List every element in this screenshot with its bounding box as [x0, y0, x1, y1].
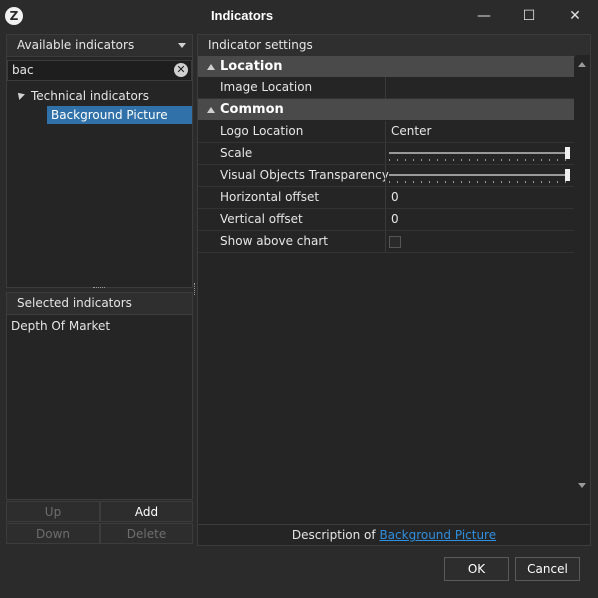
settings-scrollbar[interactable]: [575, 55, 590, 494]
tree-item-background-picture[interactable]: Background Picture: [47, 106, 192, 124]
list-item[interactable]: Depth Of Market: [11, 319, 110, 333]
divider: [385, 209, 386, 230]
transparency-slider-ticks: [389, 181, 566, 183]
search-input[interactable]: bac ✕: [7, 60, 192, 81]
minimize-button[interactable]: —: [472, 4, 496, 28]
prop-name: Logo Location: [220, 124, 304, 138]
up-button[interactable]: Up: [6, 501, 100, 522]
divider: [385, 77, 386, 98]
collapse-icon[interactable]: [207, 64, 215, 70]
prop-image-location[interactable]: Image Location: [198, 77, 574, 99]
indicator-settings-header: Indicator settings: [198, 35, 590, 57]
scale-slider-ticks: [389, 159, 566, 161]
divider: [385, 143, 386, 164]
prop-visual-objects-transparency[interactable]: Visual Objects Transparency: [198, 165, 574, 187]
group-label: Location: [220, 59, 283, 74]
vertical-offset-input[interactable]: 0: [391, 209, 399, 230]
prop-show-above-chart[interactable]: Show above chart: [198, 231, 574, 253]
prop-vertical-offset[interactable]: Vertical offset 0: [198, 209, 574, 231]
group-location[interactable]: Location: [198, 56, 574, 77]
add-button[interactable]: Add: [100, 501, 193, 522]
transparency-slider-thumb[interactable]: [565, 169, 570, 181]
search-value: bac: [12, 63, 34, 77]
prop-name: Vertical offset: [220, 212, 303, 226]
description-link[interactable]: Background Picture: [379, 528, 496, 542]
description-bar: Description of Background Picture: [198, 525, 590, 546]
window-title: Indicators: [210, 8, 274, 23]
group-label: Common: [220, 102, 284, 117]
available-indicators-dropdown[interactable]: Available indicators: [7, 35, 192, 57]
scroll-down-icon[interactable]: [578, 483, 586, 488]
prop-scale[interactable]: Scale: [198, 143, 574, 165]
prop-name: Scale: [220, 146, 253, 160]
description-prefix: Description of: [291, 528, 380, 542]
close-button[interactable]: ✕: [563, 4, 587, 28]
delete-button[interactable]: Delete: [100, 523, 193, 544]
tree-group-label: Technical indicators: [31, 89, 149, 103]
prop-name: Visual Objects Transparency: [220, 168, 389, 182]
divider: [385, 187, 386, 208]
prop-logo-location[interactable]: Logo Location Center: [198, 121, 574, 143]
divider: [385, 165, 386, 186]
collapse-icon[interactable]: [207, 107, 215, 113]
ok-button[interactable]: OK: [444, 557, 509, 581]
scale-slider-track[interactable]: [389, 152, 570, 154]
expand-collapse-icon[interactable]: [15, 90, 25, 100]
prop-horizontal-offset[interactable]: Horizontal offset 0: [198, 187, 574, 209]
chevron-down-icon: [178, 43, 186, 48]
available-indicators-label: Available indicators: [17, 38, 135, 52]
tree-item-technical-indicators[interactable]: Technical indicators: [8, 87, 192, 105]
scale-slider-thumb[interactable]: [565, 147, 570, 159]
scroll-up-icon[interactable]: [578, 62, 586, 67]
clear-search-icon[interactable]: ✕: [174, 63, 188, 77]
title-bar: Z Indicators — ☐ ✕: [0, 0, 598, 32]
selected-indicators-header: Selected indicators: [7, 293, 192, 315]
prop-name: Image Location: [220, 80, 313, 94]
down-button[interactable]: Down: [6, 523, 100, 544]
divider: [385, 121, 386, 142]
prop-name: Show above chart: [220, 234, 328, 248]
group-common[interactable]: Common: [198, 99, 574, 120]
vertical-splitter-handle[interactable]: [194, 283, 196, 295]
cancel-button[interactable]: Cancel: [515, 557, 580, 581]
logo-location-select[interactable]: Center: [391, 121, 431, 142]
divider: [385, 231, 386, 252]
prop-name: Horizontal offset: [220, 190, 320, 204]
horizontal-offset-input[interactable]: 0: [391, 187, 399, 208]
maximize-button[interactable]: ☐: [517, 4, 541, 28]
show-above-chart-checkbox[interactable]: [389, 236, 401, 248]
transparency-slider-track[interactable]: [389, 174, 570, 176]
horizontal-splitter-handle[interactable]: [93, 287, 105, 289]
selected-indicators-panel: Selected indicators Depth Of Market: [6, 292, 193, 500]
